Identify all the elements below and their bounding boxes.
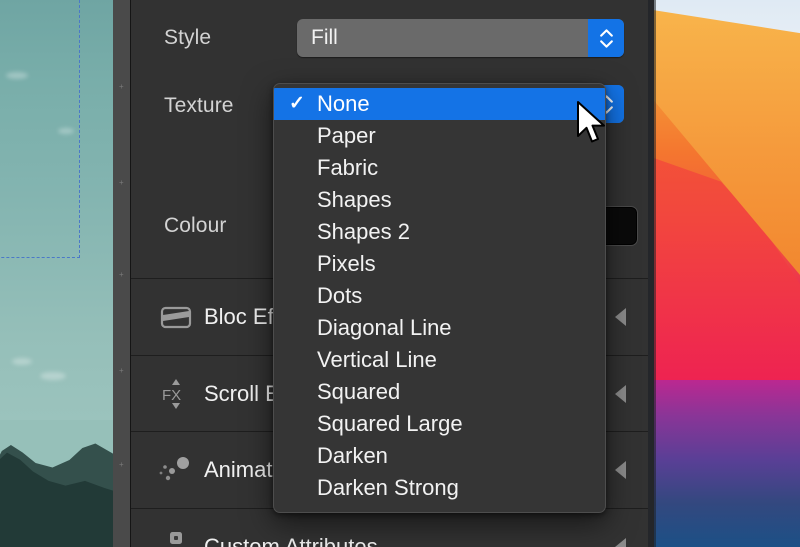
menu-item-label: Fabric bbox=[317, 155, 379, 180]
gutter-tick: + bbox=[119, 270, 124, 279]
disclosure-triangle-icon[interactable] bbox=[615, 308, 626, 326]
menu-item-dots[interactable]: Dots bbox=[274, 280, 605, 312]
disclosure-triangle-icon[interactable] bbox=[615, 385, 626, 403]
style-field-label: Style bbox=[164, 26, 212, 49]
menu-item-shapes-2[interactable]: Shapes 2 bbox=[274, 216, 605, 248]
document-canvas[interactable] bbox=[0, 0, 113, 547]
menu-item-label: Darken bbox=[317, 443, 388, 468]
canvas-gutter-strip[interactable]: + + + + + bbox=[113, 0, 131, 547]
screen-root: + + + + + Style Fill Texture Colour Bloc… bbox=[0, 0, 800, 547]
gutter-tick: + bbox=[119, 82, 124, 91]
menu-item-diagonal-line[interactable]: Diagonal Line bbox=[274, 312, 605, 344]
colour-field-label: Colour bbox=[164, 214, 227, 237]
cloud-shape bbox=[40, 372, 66, 380]
menu-item-squared[interactable]: Squared bbox=[274, 376, 605, 408]
checkmark-icon: ✓ bbox=[289, 93, 305, 114]
chevron-updown-icon[interactable] bbox=[588, 19, 624, 57]
menu-item-none[interactable]: ✓ None bbox=[274, 88, 605, 120]
section-title: Custom Attributes bbox=[204, 534, 378, 547]
menu-item-fabric[interactable]: Fabric bbox=[274, 152, 605, 184]
menu-item-label: Darken Strong bbox=[317, 475, 459, 500]
custom-attributes-icon bbox=[159, 530, 193, 547]
gutter-tick: + bbox=[119, 178, 124, 187]
menu-item-label: Squared bbox=[317, 379, 401, 404]
gutter-tick: + bbox=[119, 460, 124, 469]
disclosure-triangle-icon[interactable] bbox=[615, 461, 626, 479]
animation-dots-icon bbox=[159, 453, 193, 487]
selection-rectangle[interactable] bbox=[0, 0, 80, 258]
menu-item-label: Pixels bbox=[317, 251, 376, 276]
window-edge-shadow-soft bbox=[654, 0, 656, 547]
menu-item-squared-large[interactable]: Squared Large bbox=[274, 408, 605, 440]
menu-item-label: Shapes 2 bbox=[317, 219, 410, 244]
menu-item-darken[interactable]: Darken bbox=[274, 440, 605, 472]
menu-item-shapes[interactable]: Shapes bbox=[274, 184, 605, 216]
cloud-shape bbox=[12, 358, 32, 365]
menu-item-pixels[interactable]: Pixels bbox=[274, 248, 605, 280]
desktop-wallpaper bbox=[648, 0, 800, 547]
menu-item-darken-strong[interactable]: Darken Strong bbox=[274, 472, 605, 504]
menu-item-label: Diagonal Line bbox=[317, 315, 452, 340]
gutter-tick: + bbox=[119, 366, 124, 375]
menu-item-label: Dots bbox=[317, 283, 363, 308]
section-row-custom-attributes[interactable]: Custom Attributes bbox=[131, 509, 648, 547]
bloc-effects-icon bbox=[159, 300, 193, 334]
style-popup-value: Fill bbox=[311, 26, 338, 49]
fx-scroll-icon: FX bbox=[159, 377, 193, 411]
style-popup-button[interactable]: Fill bbox=[297, 19, 624, 57]
menu-item-paper[interactable]: Paper bbox=[274, 120, 605, 152]
menu-item-label: Paper bbox=[317, 123, 376, 148]
menu-item-label: None bbox=[317, 91, 370, 116]
menu-item-label: Squared Large bbox=[317, 411, 463, 436]
menu-item-label: Vertical Line bbox=[317, 347, 437, 372]
disclosure-triangle-icon[interactable] bbox=[615, 538, 626, 547]
texture-dropdown-menu[interactable]: ✓ None Paper Fabric Shapes Shapes 2 Pixels Dots… bbox=[273, 83, 606, 513]
texture-field-label: Texture bbox=[164, 94, 234, 117]
svg-text:FX: FX bbox=[162, 387, 181, 404]
menu-item-label: Shapes bbox=[317, 187, 392, 212]
menu-item-vertical-line[interactable]: Vertical Line bbox=[274, 344, 605, 376]
